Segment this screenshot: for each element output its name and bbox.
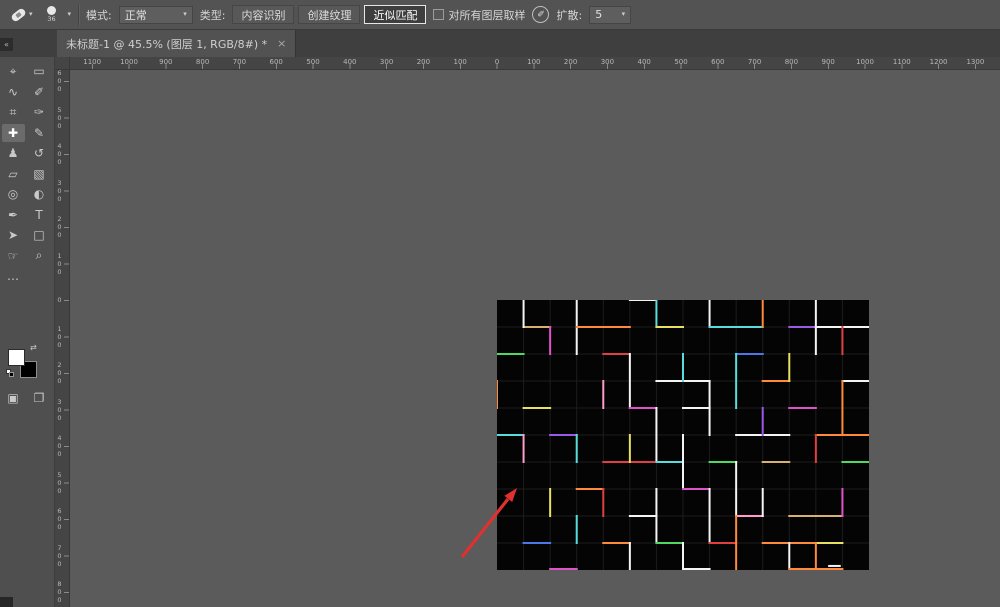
- mode-select[interactable]: 正常 ▾: [119, 6, 193, 24]
- clone-stamp-tool[interactable]: ♟: [2, 144, 25, 162]
- foreground-color-swatch[interactable]: [8, 349, 25, 366]
- type-button-group: 内容识别创建纹理近似匹配: [232, 5, 426, 24]
- color-swatches: ⇄: [8, 345, 44, 383]
- tools-panel: ⌖▭∿✐⌗✑✚✎♟↺▱▧◎◐✒T➤□☞⌕… ⇄ ▣ ❐: [0, 57, 55, 607]
- options-bar: ▾ 36 ▾ 模式: 正常 ▾ 类型: 内容识别创建纹理近似匹配 对所有图层取样…: [0, 0, 1000, 30]
- document-tab[interactable]: 未标题-1 @ 45.5% (图层 1, RGB/8#) * ×: [57, 30, 296, 57]
- type-label: 类型:: [200, 7, 226, 23]
- dodge-tool[interactable]: ◐: [28, 185, 51, 203]
- close-tab-icon[interactable]: ×: [277, 37, 286, 50]
- quick-selection-tool[interactable]: ✐: [28, 83, 51, 101]
- mode-value: 正常: [125, 7, 147, 23]
- shape-tool[interactable]: □: [28, 226, 51, 244]
- divider: [78, 5, 79, 25]
- quick-mask-button[interactable]: ▣: [2, 389, 25, 407]
- path-selection-tool[interactable]: ➤: [2, 226, 25, 244]
- hand-tool[interactable]: ☞: [2, 247, 25, 265]
- brush-tip-icon: [47, 6, 56, 15]
- brush-size-value: 36: [47, 16, 55, 23]
- ruler-horizontal: 1100100090080070060050040030020010001002…: [55, 57, 1000, 70]
- chevron-down-icon: ▾: [183, 11, 187, 18]
- pen-pressure-toggle[interactable]: ✐: [532, 6, 549, 23]
- swap-colors-icon[interactable]: ⇄: [30, 343, 37, 352]
- type-button[interactable]: 创建纹理: [298, 5, 360, 24]
- tool-grid: ⌖▭∿✐⌗✑✚✎♟↺▱▧◎◐✒T➤□☞⌕…: [0, 57, 54, 287]
- diffusion-value: 5: [595, 8, 602, 21]
- spot-healing-brush-tool[interactable]: ✚: [2, 124, 25, 142]
- move-tool[interactable]: ⌖: [2, 62, 25, 80]
- spot-healing-brush-icon: [10, 7, 27, 23]
- smudge-tool[interactable]: ◎: [2, 185, 25, 203]
- document-image[interactable]: [497, 300, 869, 570]
- ruler-origin-corner[interactable]: [55, 57, 70, 70]
- chevron-down-icon: ▾: [68, 11, 72, 18]
- marquee-tool[interactable]: ▭: [28, 62, 51, 80]
- ruler-vertical: 6005004003002001000100200300400500600700…: [55, 70, 70, 607]
- history-brush-tool[interactable]: ↺: [28, 144, 51, 162]
- collapse-panels-button[interactable]: «: [0, 38, 13, 51]
- panel-corner-block: [0, 597, 13, 607]
- sample-all-layers-option[interactable]: 对所有图层取样: [433, 7, 525, 23]
- diffusion-select[interactable]: 5 ▾: [589, 6, 631, 24]
- mode-label: 模式:: [86, 7, 112, 23]
- zoom-tool[interactable]: ⌕: [28, 247, 51, 265]
- eyedropper-tool[interactable]: ✑: [28, 103, 51, 121]
- pen-pressure-icon: ✐: [537, 10, 545, 20]
- chevron-down-icon: ▾: [622, 11, 626, 18]
- lasso-tool[interactable]: ∿: [2, 83, 25, 101]
- sample-all-layers-label: 对所有图层取样: [448, 7, 525, 23]
- gradient-tool[interactable]: ▧: [28, 165, 51, 183]
- sample-all-layers-checkbox[interactable]: [433, 9, 444, 20]
- brush-preset-picker[interactable]: 36: [43, 6, 61, 23]
- eraser-tool[interactable]: ▱: [2, 165, 25, 183]
- type-button[interactable]: 内容识别: [232, 5, 294, 24]
- chevron-down-icon: ▾: [29, 11, 33, 18]
- edit-toolbar-button[interactable]: …: [2, 267, 25, 285]
- document-tab-bar: « 未标题-1 @ 45.5% (图层 1, RGB/8#) * ×: [0, 30, 1000, 57]
- tool-preset-picker[interactable]: ▾: [8, 9, 36, 21]
- screen-mode-button[interactable]: ❐: [28, 389, 51, 407]
- type-button[interactable]: 近似匹配: [364, 5, 426, 24]
- diffusion-label: 扩散:: [556, 7, 582, 23]
- brush-tool[interactable]: ✎: [28, 124, 51, 142]
- canvas-pasteboard[interactable]: [70, 70, 1000, 607]
- crop-tool[interactable]: ⌗: [2, 103, 25, 121]
- document-tab-title: 未标题-1 @ 45.5% (图层 1, RGB/8#) *: [66, 36, 267, 52]
- pen-tool[interactable]: ✒: [2, 206, 25, 224]
- default-colors-button[interactable]: [6, 369, 16, 379]
- panel-bottom-icons: ▣ ❐: [0, 389, 55, 407]
- type-tool[interactable]: T: [28, 206, 51, 224]
